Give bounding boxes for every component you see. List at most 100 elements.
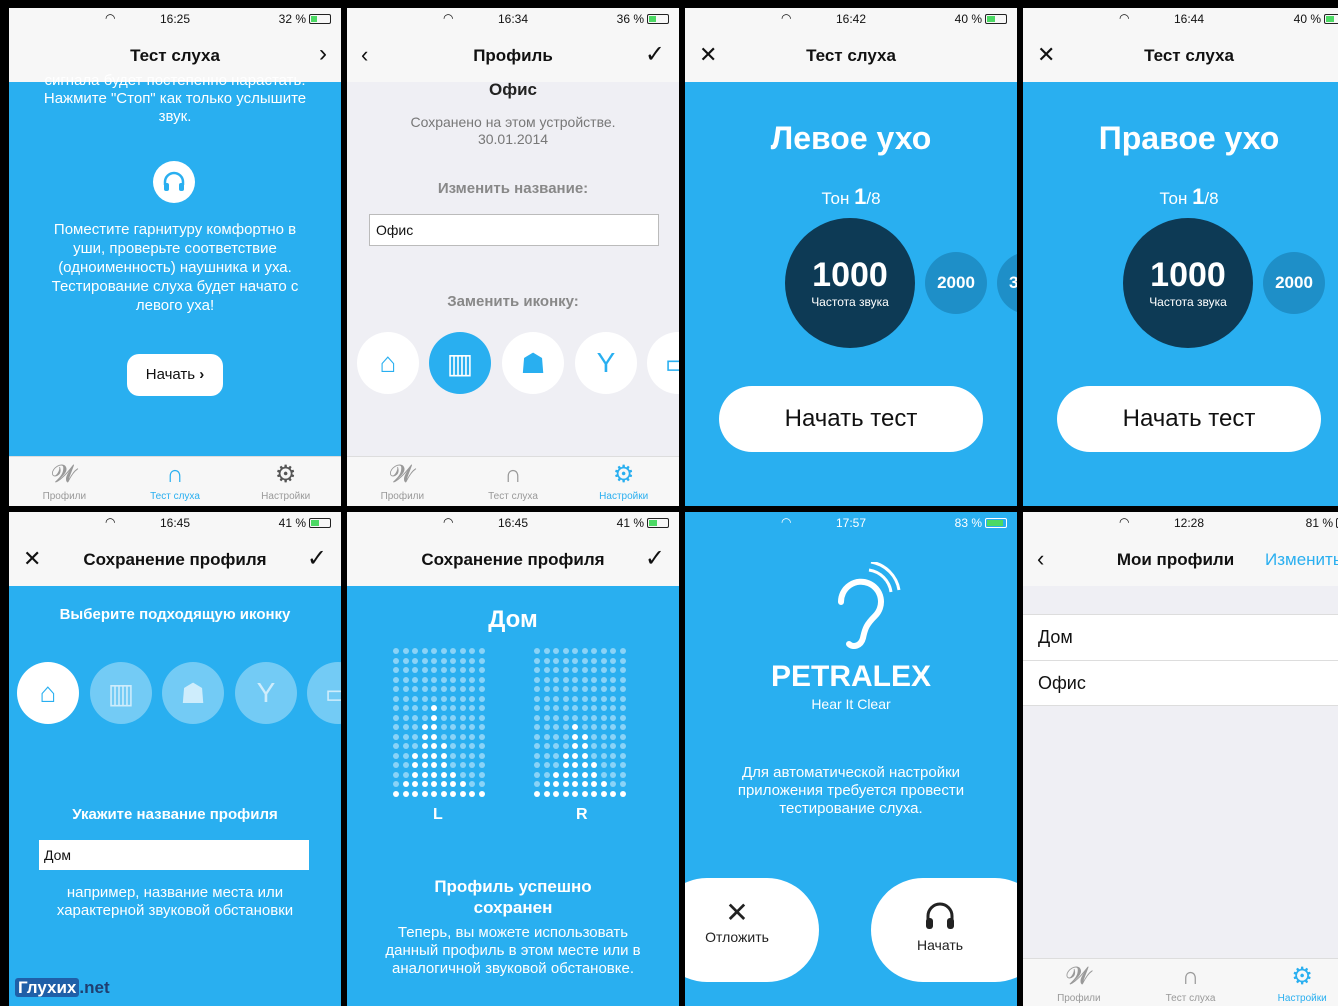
people-icon[interactable]: ☗ — [162, 662, 224, 724]
check-icon[interactable]: ✓ — [307, 544, 327, 573]
level-dot — [619, 676, 626, 683]
level-dot — [440, 657, 447, 664]
tone-number: 1 — [1192, 184, 1205, 209]
level-dot — [469, 686, 475, 692]
tab-test[interactable]: ∩ Тест слуха — [458, 457, 569, 506]
close-icon[interactable]: ✕ — [23, 546, 41, 572]
level-dot — [393, 771, 399, 778]
office-icon[interactable]: ▥ — [90, 662, 152, 724]
level-dot — [421, 686, 428, 692]
level-dot — [412, 724, 418, 730]
home-icon[interactable]: ⌂ — [357, 332, 419, 394]
level-dot — [431, 733, 437, 740]
tab-settings[interactable]: ⚙ Настройки — [230, 457, 341, 506]
office-icon[interactable]: ▥ — [429, 332, 491, 394]
level-dot — [469, 695, 475, 702]
battery-percent: 81 % — [1305, 516, 1333, 530]
check-icon[interactable]: ✓ — [645, 40, 665, 69]
tab-settings[interactable]: ⚙ Настройки — [1246, 959, 1338, 1006]
level-dot — [534, 714, 540, 721]
level-dot — [450, 752, 456, 759]
level-dot — [591, 781, 597, 787]
level-dot — [562, 705, 569, 711]
laptop-icon[interactable]: ▭ — [647, 332, 679, 394]
status-bar: ◠ 17:57 83 % — [685, 512, 1017, 534]
tab-settings[interactable]: ⚙ Настройки — [568, 457, 679, 506]
laptop-icon[interactable]: ▭ — [307, 662, 341, 724]
level-dot — [600, 743, 607, 749]
level-dot — [600, 714, 607, 721]
tone-label: Тон — [821, 189, 850, 208]
level-dot — [600, 667, 607, 673]
start-button[interactable]: Начать — [871, 878, 1017, 982]
screen-welcome: ◠ 17:57 83 % PETRALEX Hear It Clear Для … — [685, 512, 1017, 1006]
start-test-button[interactable]: Начать тест — [1057, 386, 1321, 452]
list-item[interactable]: Дом› — [1023, 615, 1338, 661]
choose-icon-label: Выберите подходящую иконку — [59, 606, 291, 623]
level-dot — [431, 705, 437, 711]
level-dot — [412, 752, 418, 759]
level-dot — [478, 705, 485, 711]
status-bar: ◠ 16:34 36 % — [347, 8, 679, 30]
profile-name-input[interactable]: Дом — [39, 840, 309, 870]
home-icon[interactable]: ⌂ — [17, 662, 79, 724]
start-button[interactable]: Начать › — [127, 354, 223, 396]
back-icon[interactable]: ‹ — [1037, 546, 1044, 572]
close-icon[interactable]: ✕ — [699, 42, 717, 68]
level-dot — [478, 762, 485, 768]
level-dot — [412, 705, 418, 711]
level-dot — [478, 771, 485, 778]
level-dot — [478, 790, 485, 797]
close-icon: ✕ — [725, 897, 749, 928]
level-dot — [553, 667, 559, 673]
level-dot — [431, 657, 437, 664]
tab-profiles[interactable]: 𝓦 Профили — [347, 457, 458, 506]
tab-test[interactable]: ∩ Тест слуха — [1135, 959, 1247, 1006]
level-dot — [450, 762, 456, 768]
level-dot — [478, 743, 485, 749]
cocktail-icon[interactable]: Y — [575, 332, 637, 394]
chevron-right-icon[interactable]: › — [319, 40, 327, 68]
ear-title: Правое ухо — [1098, 120, 1280, 156]
edit-button[interactable]: Изменить — [1265, 550, 1338, 570]
level-dot — [421, 676, 428, 683]
level-dot — [619, 705, 626, 711]
level-dot — [610, 790, 616, 797]
level-dot — [412, 695, 418, 702]
level-dot — [459, 667, 466, 673]
start-test-button[interactable]: Начать тест — [719, 386, 983, 452]
level-dot — [402, 771, 409, 778]
cocktail-icon[interactable]: Y — [235, 662, 297, 724]
level-dot — [600, 686, 607, 692]
level-dot — [572, 714, 578, 721]
close-icon[interactable]: ✕ — [1037, 42, 1055, 68]
level-dot — [591, 657, 597, 664]
level-dot — [581, 648, 588, 654]
rename-input[interactable]: Офис — [369, 214, 659, 246]
level-dot — [450, 705, 456, 711]
postpone-button[interactable]: ✕ Отложить — [685, 878, 819, 982]
level-dot — [469, 733, 475, 740]
level-dot — [619, 686, 626, 692]
tab-test[interactable]: ∩ Тест слуха — [120, 457, 231, 506]
level-dot — [591, 733, 597, 740]
saved-text: Сохранено на этом устройстве. — [410, 114, 616, 130]
list-item[interactable]: Офис› — [1023, 661, 1338, 707]
back-icon[interactable]: ‹ — [361, 42, 368, 68]
profiles-list: Дом› Офис› — [1023, 614, 1338, 706]
level-dot — [543, 762, 550, 768]
tab-profiles[interactable]: 𝓦 Профили — [9, 457, 120, 506]
check-icon[interactable]: ✓ — [645, 544, 665, 573]
people-icon[interactable]: ☗ — [502, 332, 564, 394]
level-dot — [412, 733, 418, 740]
level-dot — [619, 733, 626, 740]
level-dot — [421, 752, 428, 759]
level-dot — [459, 724, 466, 730]
level-dot — [478, 724, 485, 730]
name-hint: например, название места или характерной… — [56, 884, 294, 919]
level-dot — [600, 781, 607, 787]
tab-profiles[interactable]: 𝓦 Профили — [1023, 959, 1135, 1006]
level-dot — [591, 667, 597, 673]
level-dot — [600, 771, 607, 778]
postpone-label: Отложить — [705, 929, 769, 945]
